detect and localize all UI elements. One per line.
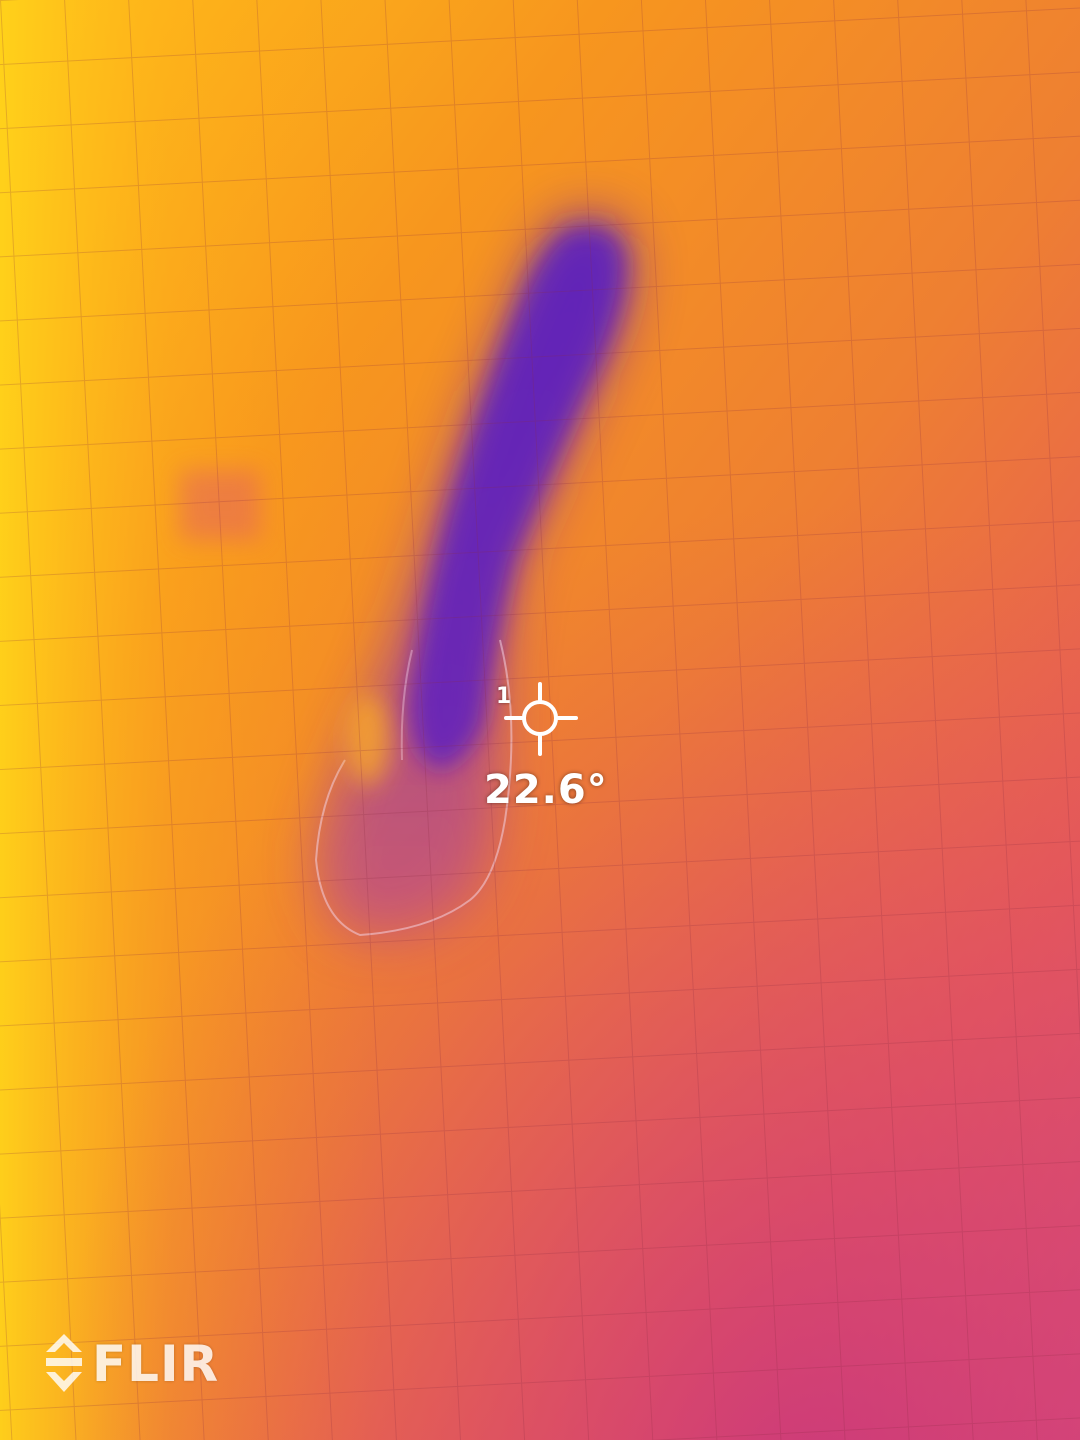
- spot-meter-crosshair-icon: [504, 682, 578, 756]
- spot-meter-index: 1: [496, 684, 512, 709]
- spot-temperature-reading: 22.6°: [484, 767, 608, 813]
- flir-diamond-icon: [46, 1334, 82, 1392]
- thermal-image-view: 1 22.6° FLIR: [0, 0, 1080, 1440]
- flir-logo: FLIR: [42, 1332, 219, 1396]
- flir-wordmark: FLIR: [92, 1335, 220, 1393]
